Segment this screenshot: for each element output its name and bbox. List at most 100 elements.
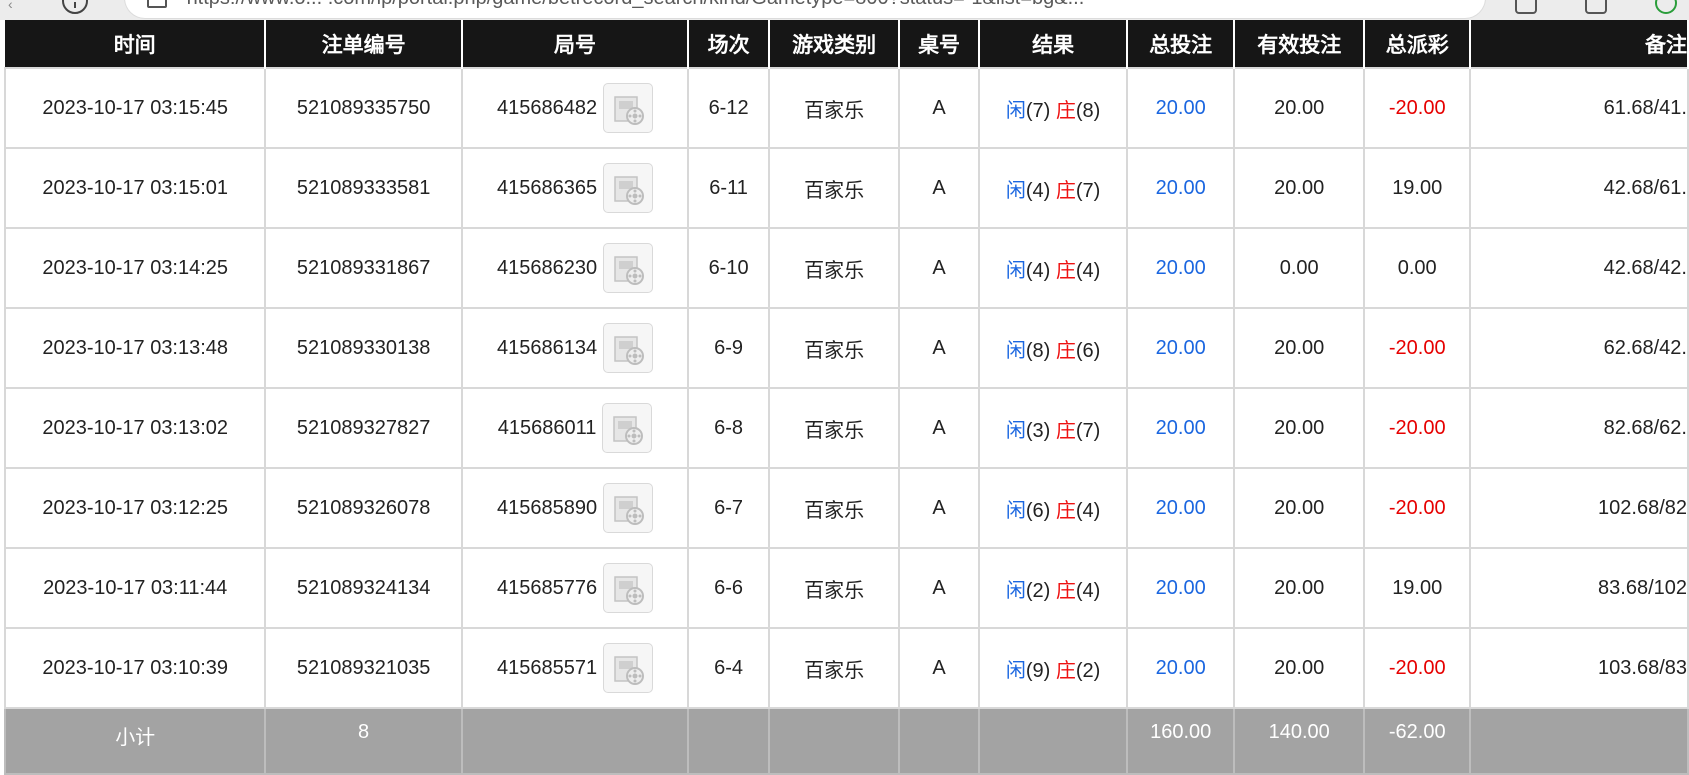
result-banker-score: (7) — [1075, 419, 1101, 442]
row-table-no: A — [898, 547, 980, 629]
row-table-no: A — [898, 467, 980, 549]
col-header-total-bet[interactable]: 总投注 — [1127, 20, 1235, 68]
row-payout: -20.00 — [1363, 387, 1472, 469]
video-replay-icon[interactable] — [603, 83, 654, 133]
row-time: 2023-10-17 03:13:48 — [3, 307, 267, 389]
downloads-icon[interactable] — [1585, 0, 1607, 14]
col-header-remark[interactable]: 备注 — [1470, 20, 1689, 68]
result-banker-score: (4) — [1075, 259, 1101, 282]
result-banker-score: (7) — [1075, 179, 1101, 202]
subtotal-empty — [977, 707, 1129, 775]
reload-icon[interactable] — [62, 0, 88, 14]
result-player-score: (4) — [1025, 179, 1051, 202]
extension-icon[interactable] — [1515, 0, 1537, 14]
col-header-round-no[interactable]: 局号 — [461, 20, 690, 68]
result-banker-label: 庄 — [1055, 339, 1076, 362]
result-banker-label: 庄 — [1055, 659, 1076, 682]
row-time: 2023-10-17 03:12:25 — [3, 467, 267, 549]
browser-toolbar: ‹ https://www.o... .com/lp/portal.php/ga… — [0, 0, 1689, 20]
row-bet-no: 521089327827 — [264, 387, 463, 469]
result-banker-label: 庄 — [1055, 99, 1076, 122]
row-game-type: 百家乐 — [767, 627, 901, 709]
row-game-type: 百家乐 — [767, 307, 901, 389]
row-payout: 19.00 — [1363, 547, 1472, 629]
row-round-no: 415686134 — [496, 336, 598, 359]
row-result: 闲(3) 庄(7) — [977, 387, 1129, 469]
row-table-no: A — [898, 307, 980, 389]
result-player-label: 闲 — [1005, 179, 1026, 202]
row-remark: 42.68/42. — [1469, 227, 1689, 309]
row-valid-bet: 20.00 — [1232, 147, 1366, 229]
row-round-no: 415686230 — [496, 256, 598, 279]
video-replay-icon[interactable] — [603, 323, 654, 373]
result-banker-score: (4) — [1075, 499, 1101, 522]
row-remark: 83.68/102 — [1469, 547, 1689, 629]
bet-records-table: 时间 注单编号 局号 场次 游戏类别 桌号 结果 总投注 有效投注 总派彩 备注… — [3, 20, 1689, 775]
video-replay-icon[interactable] — [603, 643, 654, 693]
result-player-label: 闲 — [1005, 339, 1026, 362]
row-valid-bet: 20.00 — [1232, 547, 1366, 629]
subtotal-empty — [1469, 707, 1689, 775]
row-payout: -20.00 — [1363, 307, 1472, 389]
row-round-no: 415686011 — [497, 416, 597, 439]
subtotal-empty — [460, 707, 690, 775]
col-header-bet-no[interactable]: 注单编号 — [265, 20, 463, 68]
video-replay-icon[interactable] — [603, 563, 654, 613]
result-player-label: 闲 — [1005, 259, 1026, 282]
row-valid-bet: 20.00 — [1232, 467, 1366, 549]
video-replay-icon[interactable] — [602, 403, 653, 453]
row-result: 闲(8) 庄(6) — [977, 307, 1129, 389]
row-game-type: 百家乐 — [767, 547, 901, 629]
table-row: 2023-10-17 03:15:01 521089333581 4156863… — [3, 147, 1689, 229]
result-player-score: (2) — [1025, 579, 1051, 602]
col-header-game-type[interactable]: 游戏类别 — [768, 20, 901, 68]
row-result: 闲(7) 庄(8) — [977, 67, 1129, 149]
row-table-no: A — [898, 387, 980, 469]
col-header-table-no[interactable]: 桌号 — [899, 20, 980, 68]
video-replay-icon[interactable] — [603, 163, 654, 213]
row-payout: -20.00 — [1363, 467, 1472, 549]
video-replay-icon[interactable] — [603, 483, 654, 533]
subtotal-total-bet: 160.00 — [1126, 707, 1235, 775]
result-banker-label: 庄 — [1055, 179, 1076, 202]
result-player-score: (8) — [1025, 339, 1051, 362]
back-arrow-icon[interactable]: ‹ — [8, 0, 13, 11]
subtotal-empty — [767, 707, 901, 775]
result-player-label: 闲 — [1005, 99, 1026, 122]
table-row: 2023-10-17 03:12:25 521089326078 4156858… — [3, 467, 1689, 549]
result-player-label: 闲 — [1005, 659, 1026, 682]
row-valid-bet: 20.00 — [1232, 67, 1366, 149]
row-session: 6-10 — [687, 227, 770, 309]
row-payout: 19.00 — [1363, 147, 1472, 229]
row-session: 6-8 — [687, 387, 770, 469]
row-game-type: 百家乐 — [767, 147, 901, 229]
subtotal-row: 小计 8 160.00 140.00 -62.00 — [3, 707, 1689, 775]
site-info-icon[interactable] — [147, 0, 167, 8]
row-result: 闲(9) 庄(2) — [977, 627, 1129, 709]
row-valid-bet: 20.00 — [1232, 307, 1366, 389]
row-round: 415686011 — [460, 387, 690, 469]
result-player-label: 闲 — [1005, 579, 1026, 602]
address-bar[interactable]: https://www.o... .com/lp/portal.php/game… — [125, 0, 1485, 18]
result-player-label: 闲 — [1005, 499, 1026, 522]
row-bet-no: 521089326078 — [264, 467, 463, 549]
result-banker-score: (8) — [1075, 99, 1101, 122]
col-header-session[interactable]: 场次 — [688, 20, 770, 68]
col-header-result[interactable]: 结果 — [978, 20, 1129, 68]
row-table-no: A — [898, 227, 980, 309]
row-round: 415686134 — [460, 307, 690, 389]
row-total-bet: 20.00 — [1126, 147, 1235, 229]
result-banker-score: (6) — [1075, 339, 1101, 362]
table-row: 2023-10-17 03:14:25 521089331867 4156862… — [3, 227, 1689, 309]
result-banker-label: 庄 — [1055, 419, 1076, 442]
col-header-payout[interactable]: 总派彩 — [1364, 20, 1472, 68]
row-bet-no: 521089324134 — [264, 547, 463, 629]
col-header-valid-bet[interactable]: 有效投注 — [1234, 20, 1366, 68]
row-bet-no: 521089335750 — [264, 67, 463, 149]
result-banker-label: 庄 — [1055, 259, 1076, 282]
col-header-time[interactable]: 时间 — [5, 20, 267, 68]
row-round: 415685890 — [460, 467, 690, 549]
video-replay-icon[interactable] — [603, 243, 654, 293]
row-round: 415686482 — [460, 67, 690, 149]
profile-icon[interactable] — [1655, 0, 1677, 14]
